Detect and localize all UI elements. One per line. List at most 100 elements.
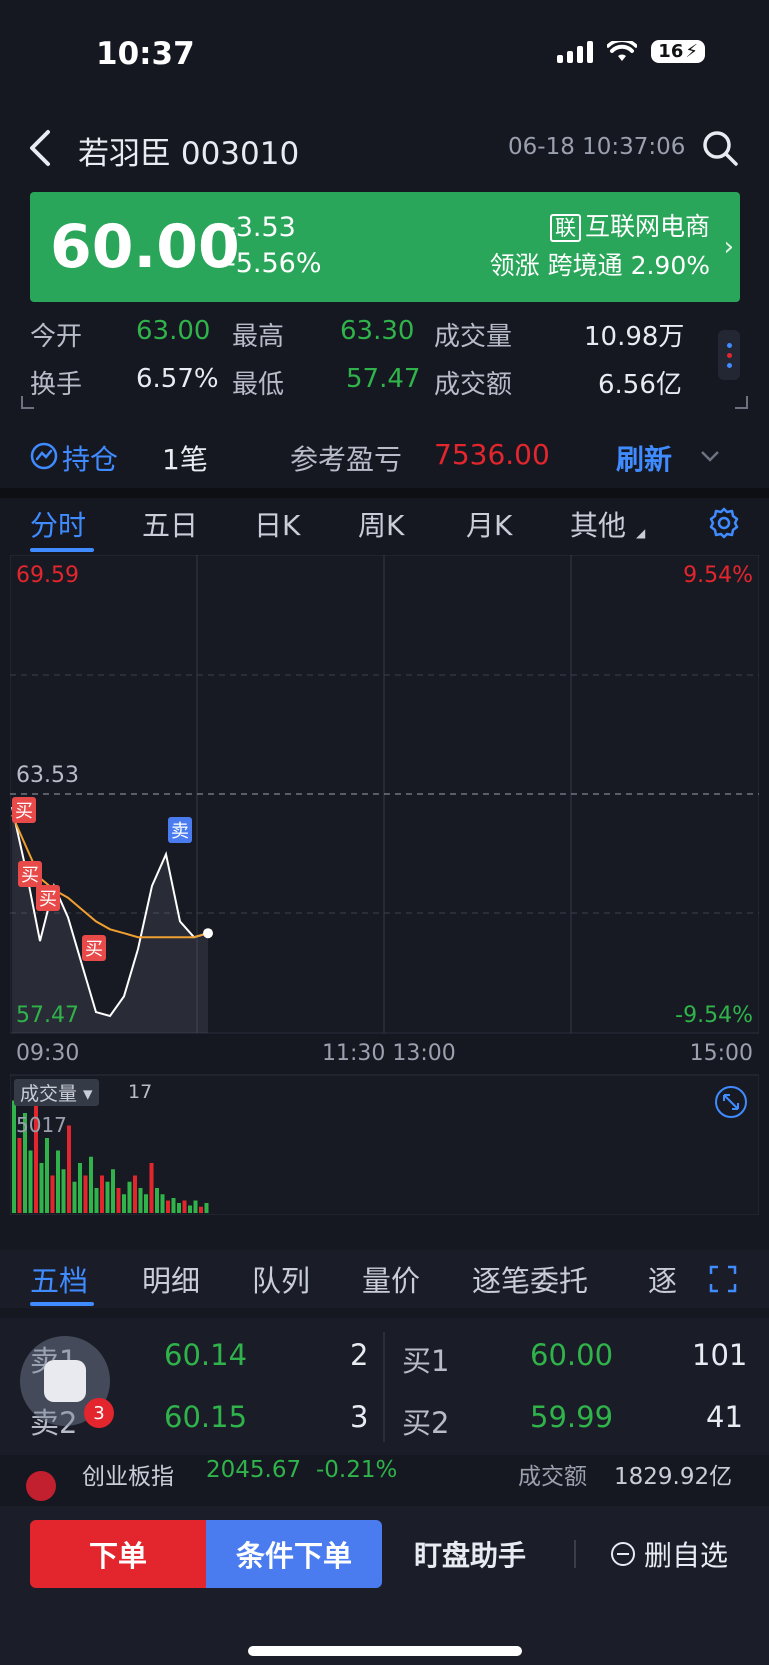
volume-bar <box>127 1181 132 1213</box>
sector-tag: 联 <box>549 214 581 242</box>
index-value: 2045.67 <box>206 1457 302 1483</box>
search-icon[interactable] <box>700 128 740 168</box>
tab-volume-price[interactable]: 量价 <box>362 1258 420 1300</box>
ask2-qty: 3 <box>350 1400 369 1434</box>
ask1-price[interactable]: 60.14 <box>164 1338 247 1372</box>
volume-bar <box>160 1194 165 1213</box>
pnl-value: 7536.00 <box>434 438 550 471</box>
volume-indicator-select[interactable]: 成交量 ▾ <box>14 1079 99 1106</box>
volume-bar <box>83 1175 88 1213</box>
volume-bar <box>67 1125 71 1213</box>
tab-order-by-order[interactable]: 逐笔委托 <box>472 1258 588 1300</box>
sell-marker[interactable]: 卖 <box>168 817 192 843</box>
tab-timeshare[interactable]: 分时 <box>30 504 86 544</box>
price-change: -3.53 -5.56% <box>226 210 322 282</box>
status-icons: 16 ⚡ <box>557 40 705 63</box>
current-price: 60.00 <box>50 212 240 282</box>
level2-tabs: 五档 明细 队列 量价 逐笔委托 逐 <box>0 1250 769 1308</box>
volume-bar <box>199 1206 203 1213</box>
time-label-close: 15:00 <box>689 1041 753 1066</box>
place-order-button[interactable]: 下单 <box>30 1520 206 1588</box>
bid2-label: 买2 <box>402 1406 450 1440</box>
stock-title: 若羽臣 003010 <box>78 136 300 172</box>
fullscreen-rotate-icon[interactable] <box>714 1085 748 1119</box>
buy-marker[interactable]: 买 <box>12 797 36 823</box>
robot-icon <box>44 1360 86 1402</box>
buy-marker[interactable]: 买 <box>82 935 106 961</box>
tab-more[interactable]: 逐 <box>648 1258 677 1300</box>
active-tab-indicator <box>30 548 94 552</box>
ask1-qty: 2 <box>350 1338 369 1372</box>
conditional-order-button[interactable]: 条件下单 <box>206 1520 382 1588</box>
home-indicator <box>248 1646 522 1656</box>
back-arrow-icon[interactable] <box>24 128 60 168</box>
buy-marker[interactable]: 买 <box>18 861 42 887</box>
sector-name: 互联网电商 <box>584 212 710 241</box>
index-amount: 1829.92亿 <box>614 1464 733 1490</box>
volume-bar <box>61 1169 66 1213</box>
turnover-value: 6.57% <box>136 364 219 394</box>
wifi-icon <box>607 40 638 61</box>
tab-other[interactable]: 其他 <box>570 504 626 544</box>
refresh-button[interactable]: 刷新 <box>616 438 672 478</box>
gear-icon[interactable] <box>707 506 741 540</box>
remove-watchlist-button[interactable]: 删自选 <box>610 1534 728 1574</box>
bottom-action-bar: 下单 条件下单 盯盘助手 删自选 <box>0 1506 769 1665</box>
chart-bottom-pct: -9.54% <box>675 1003 753 1028</box>
ask2-price[interactable]: 60.15 <box>164 1400 247 1434</box>
price-banner[interactable]: 60.00 -3.53 -5.56% 联互联网电商 领涨 跨境通 2.90% › <box>30 192 740 302</box>
tab-monthly-k[interactable]: 月K <box>466 504 512 544</box>
index-amount-label: 成交额 <box>518 1464 587 1490</box>
status-time: 10:37 <box>96 36 195 72</box>
bid2-qty: 41 <box>706 1400 743 1434</box>
minus-circle-icon <box>611 1542 635 1566</box>
trend-chart-icon <box>30 442 58 470</box>
volume-bar <box>171 1198 176 1213</box>
volume-bar <box>45 1138 49 1213</box>
low-value: 57.47 <box>346 364 421 394</box>
chart-canvas <box>10 555 759 1215</box>
volume-bar <box>144 1194 148 1213</box>
timeshare-chart[interactable]: 69.59 9.54% 63.53 57.47 -9.54% 09:30 11:… <box>10 555 759 1215</box>
time-label-open: 09:30 <box>16 1041 80 1066</box>
volume-bar <box>94 1188 99 1213</box>
sector-leader: 领涨 跨境通 2.90% <box>489 251 710 280</box>
volume-bar <box>78 1163 82 1213</box>
tab-five-day[interactable]: 五日 <box>142 504 198 544</box>
triangle-down-icon: ◢ <box>636 526 646 540</box>
volume-bar <box>50 1175 55 1213</box>
volume-last: 17 <box>128 1081 153 1103</box>
watch-assistant-button[interactable]: 盯盘助手 <box>414 1534 526 1574</box>
notification-badge: 3 <box>84 1398 114 1428</box>
expand-icon[interactable] <box>708 1264 738 1294</box>
buy-marker[interactable]: 买 <box>36 885 60 911</box>
holdings-bar[interactable]: 持仓 1笔 参考盈亏 7536.00 刷新 <box>0 428 769 486</box>
tab-weekly-k[interactable]: 周K <box>358 504 404 544</box>
chevron-down-icon[interactable] <box>700 450 720 464</box>
bid1-price[interactable]: 60.00 <box>530 1338 613 1372</box>
change-percent: -5.56% <box>226 248 322 279</box>
holdings-count: 1笔 <box>162 443 208 476</box>
tab-detail[interactable]: 明细 <box>142 1258 200 1300</box>
sector-info[interactable]: 联互联网电商 领涨 跨境通 2.90% <box>490 208 710 285</box>
volume-bar <box>100 1175 104 1213</box>
tab-five-levels[interactable]: 五档 <box>30 1258 88 1300</box>
volume-value: 10.98万 <box>584 322 685 352</box>
bid2-price[interactable]: 59.99 <box>530 1400 613 1434</box>
index-pct: -0.21% <box>316 1457 398 1483</box>
more-dots-icon[interactable] <box>718 330 740 380</box>
volume-bar <box>166 1200 170 1213</box>
bid1-label: 买1 <box>402 1344 450 1378</box>
chart-top-pct: 9.54% <box>683 563 753 588</box>
quote-datetime: 06-18 10:37:06 <box>508 134 686 160</box>
tab-daily-k[interactable]: 日K <box>254 504 300 544</box>
volume-bar <box>116 1188 121 1213</box>
volume-bar <box>105 1181 110 1213</box>
bar-divider <box>574 1540 576 1568</box>
expand-corners-icon[interactable] <box>20 396 749 412</box>
remove-watchlist-label: 删自选 <box>644 1539 729 1572</box>
volume-bar <box>89 1156 93 1213</box>
volume-max: 5017 <box>16 1113 67 1137</box>
tab-queue[interactable]: 队列 <box>252 1258 310 1300</box>
volume-bar <box>177 1203 181 1213</box>
